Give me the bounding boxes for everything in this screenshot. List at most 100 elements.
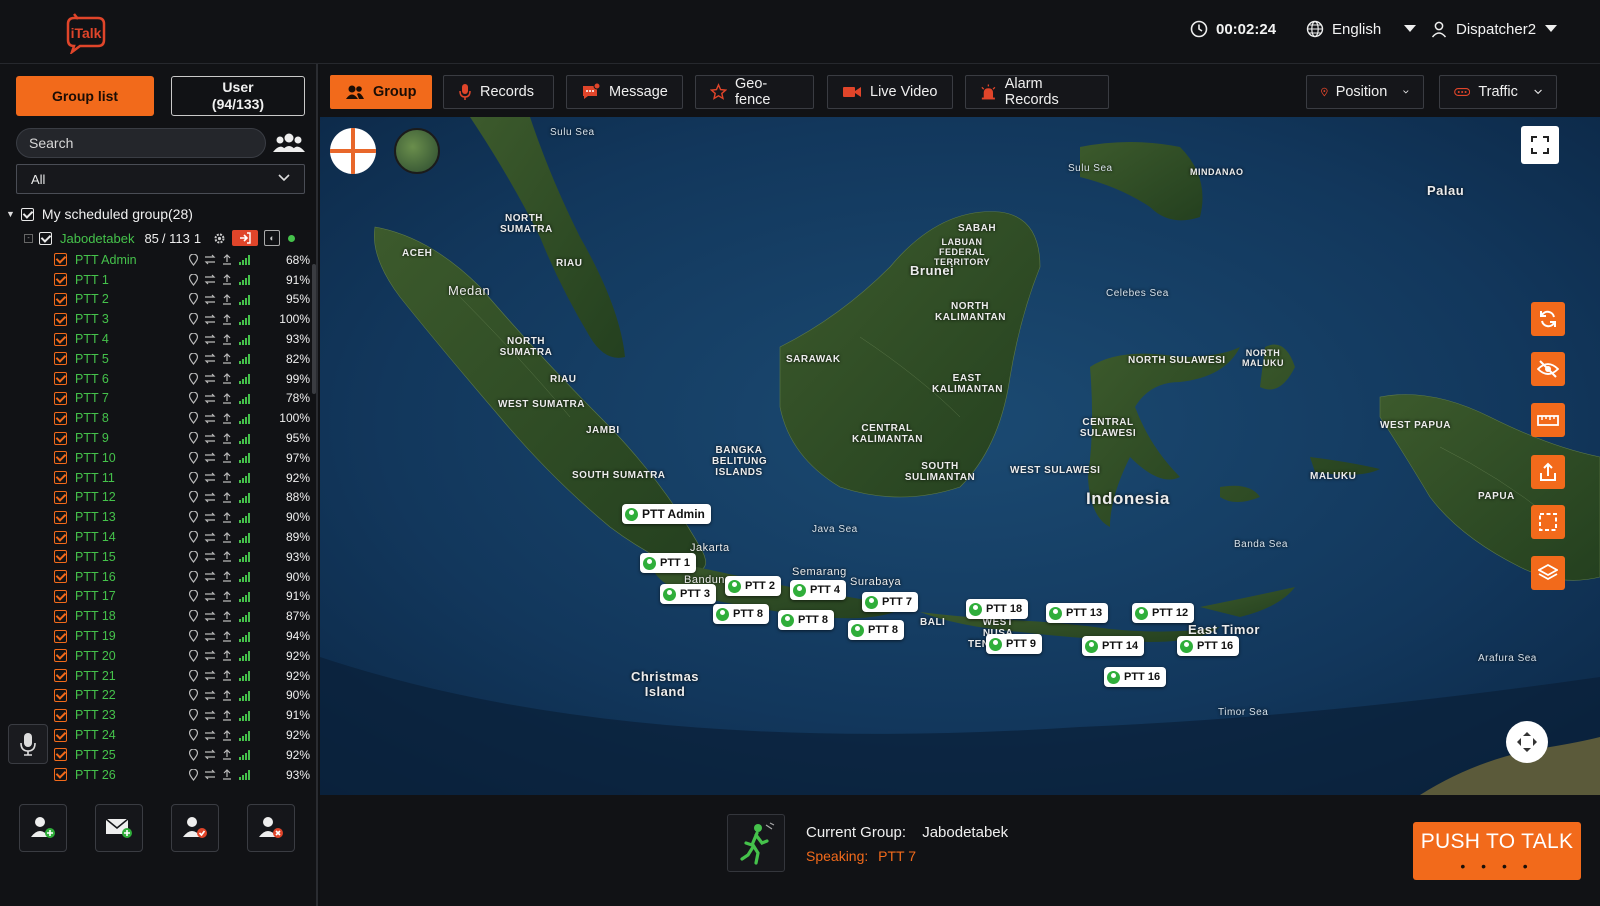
member-row[interactable]: PTT 16 90% <box>54 567 310 587</box>
transfer-icon[interactable] <box>204 373 216 384</box>
transfer-icon[interactable] <box>204 512 216 523</box>
location-icon[interactable] <box>189 333 198 346</box>
location-icon[interactable] <box>189 491 198 504</box>
member-checkbox[interactable] <box>54 411 67 425</box>
map-marker[interactable]: PTT 12 <box>1132 603 1195 623</box>
transfer-icon[interactable] <box>204 769 216 780</box>
member-checkbox[interactable] <box>54 292 67 306</box>
filter-dropdown[interactable]: All <box>16 164 305 194</box>
upload-icon[interactable] <box>222 274 232 285</box>
group-nav-button[interactable]: Group <box>330 75 432 109</box>
map-marker[interactable]: PTT 8 <box>713 604 769 624</box>
location-icon[interactable] <box>189 689 198 702</box>
add-user-button[interactable] <box>19 804 67 852</box>
member-row[interactable]: PTT 13 90% <box>54 507 310 527</box>
live-video-nav-button[interactable]: Live Video <box>827 75 953 109</box>
transfer-icon[interactable] <box>204 353 216 364</box>
layers-button[interactable] <box>1531 556 1565 590</box>
member-row[interactable]: PTT 3 100% <box>54 309 310 329</box>
user-tab[interactable]: User (94/133) <box>171 76 305 116</box>
caret-down-icon[interactable]: ▼ <box>6 209 15 219</box>
measure-button[interactable] <box>1531 403 1565 437</box>
upload-icon[interactable] <box>222 452 232 463</box>
approve-user-button[interactable] <box>171 804 219 852</box>
member-checkbox[interactable] <box>54 332 67 346</box>
upload-icon[interactable] <box>222 432 232 444</box>
member-row[interactable]: PTT 26 93% <box>54 765 310 785</box>
upload-icon[interactable] <box>222 670 232 681</box>
member-checkbox[interactable] <box>54 312 67 326</box>
upload-icon[interactable] <box>222 373 232 384</box>
member-row[interactable]: PTT 17 91% <box>54 587 310 607</box>
location-icon[interactable] <box>189 531 198 544</box>
tree-root-group[interactable]: ▼ My scheduled group(28) <box>6 204 193 224</box>
tree-group-jabodetabek[interactable]: - Jabodetabek 85 / 113 1 ◐ <box>24 228 314 248</box>
member-row[interactable]: PTT 23 91% <box>54 705 310 725</box>
new-message-button[interactable] <box>95 804 143 852</box>
transfer-icon[interactable] <box>204 749 216 760</box>
upload-icon[interactable] <box>222 709 232 721</box>
member-checkbox[interactable] <box>54 431 67 445</box>
member-checkbox[interactable] <box>54 728 67 742</box>
satellite-map[interactable]: Sulu Sea ACEH Medan NORTH SUMATRA RIAU R… <box>320 117 1600 795</box>
language-selector[interactable]: English <box>1306 20 1417 38</box>
transfer-icon[interactable] <box>204 472 216 483</box>
member-checkbox[interactable] <box>54 273 67 287</box>
upload-icon[interactable] <box>222 472 232 483</box>
member-row[interactable]: PTT 4 93% <box>54 329 310 349</box>
geofence-nav-button[interactable]: Geo-fence <box>695 75 814 109</box>
member-row[interactable]: PTT 7 78% <box>54 389 310 409</box>
map-marker[interactable]: PTT 8 <box>848 620 904 640</box>
location-icon[interactable] <box>189 590 198 603</box>
gear-icon[interactable] <box>213 232 226 245</box>
transfer-icon[interactable] <box>204 254 216 265</box>
collapse-icon[interactable]: - <box>24 233 33 243</box>
member-row[interactable]: PTT 14 89% <box>54 527 310 547</box>
upload-icon[interactable] <box>222 571 232 582</box>
upload-icon[interactable] <box>222 313 232 325</box>
upload-icon[interactable] <box>222 551 232 562</box>
location-icon[interactable] <box>189 610 198 623</box>
group-list-tab[interactable]: Group list <box>16 76 154 116</box>
member-row[interactable]: PTT 15 93% <box>54 547 310 567</box>
alarm-records-nav-button[interactable]: Alarm Records <box>965 75 1109 109</box>
transfer-icon[interactable] <box>204 650 216 661</box>
member-row[interactable]: PTT 11 92% <box>54 468 310 488</box>
hide-labels-button[interactable] <box>1531 352 1565 386</box>
transfer-icon[interactable] <box>204 393 216 404</box>
location-icon[interactable] <box>189 432 198 445</box>
member-row[interactable]: PTT 6 99% <box>54 369 310 389</box>
upload-icon[interactable] <box>222 353 232 364</box>
member-row[interactable]: PTT 8 100% <box>54 408 310 428</box>
group-checkbox[interactable] <box>39 231 52 245</box>
member-checkbox[interactable] <box>54 609 67 623</box>
push-to-talk-button[interactable]: PUSH TO TALK • • • • <box>1413 822 1581 880</box>
member-row[interactable]: PTT 12 88% <box>54 488 310 508</box>
transfer-icon[interactable] <box>204 294 216 305</box>
remove-user-button[interactable] <box>247 804 295 852</box>
user-menu[interactable]: Dispatcher2 <box>1430 20 1558 38</box>
upload-icon[interactable] <box>222 333 232 345</box>
upload-icon[interactable] <box>222 393 232 404</box>
position-dropdown[interactable]: Position <box>1306 75 1424 109</box>
location-icon[interactable] <box>189 273 198 286</box>
compass-icon[interactable] <box>330 128 376 174</box>
microphone-button[interactable] <box>8 724 48 764</box>
member-row[interactable]: PTT 22 90% <box>54 686 310 706</box>
member-row[interactable]: PTT Admin 68% <box>54 250 310 270</box>
transfer-icon[interactable] <box>204 274 216 285</box>
member-checkbox[interactable] <box>54 372 67 386</box>
upload-icon[interactable] <box>222 729 232 741</box>
location-icon[interactable] <box>189 649 198 662</box>
refresh-button[interactable] <box>1531 302 1565 336</box>
transfer-icon[interactable] <box>204 571 216 582</box>
location-icon[interactable] <box>189 313 198 326</box>
member-row[interactable]: PTT 1 91% <box>54 270 310 290</box>
location-icon[interactable] <box>189 570 198 583</box>
map-marker[interactable]: PTT 8 <box>778 610 834 630</box>
transfer-icon[interactable] <box>204 532 216 543</box>
area-select-button[interactable] <box>1531 505 1565 539</box>
map-marker[interactable]: PTT 7 <box>862 592 918 612</box>
location-icon[interactable] <box>189 451 198 464</box>
enter-group-icon[interactable] <box>232 230 259 246</box>
